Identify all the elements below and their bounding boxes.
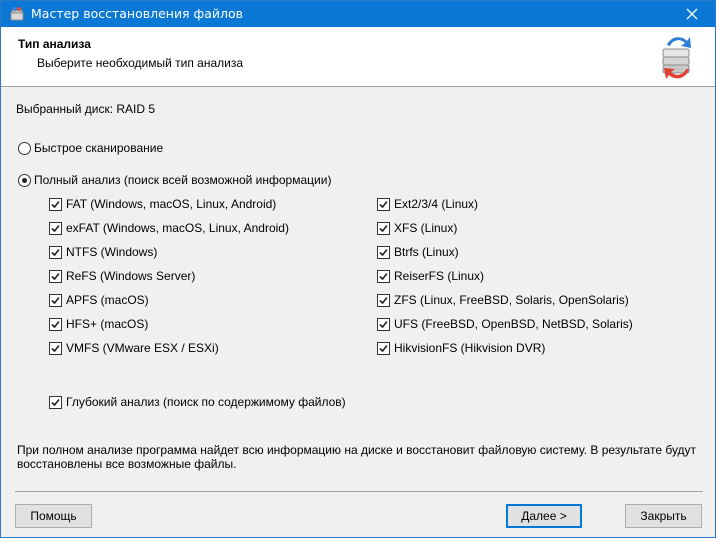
close-button[interactable]: Закрыть [625, 504, 702, 528]
page-title: Тип анализа [18, 37, 91, 51]
page-subtitle: Выберите необходимый тип анализа [37, 56, 244, 70]
filesystem-left-label: HFS+ (macOS) [66, 317, 149, 331]
selected-disk-label: Выбранный диск: RAID 5 [16, 102, 156, 116]
filesystem-right-label: Ext2/3/4 (Linux) [394, 197, 479, 211]
filesystem-left-checkbox[interactable] [49, 270, 62, 283]
help-button[interactable]: Помощь [15, 504, 92, 528]
filesystem-left-checkbox[interactable] [49, 198, 62, 211]
check-icon [379, 200, 388, 209]
restore-drive-icon [662, 37, 691, 79]
deep-analysis-checkbox[interactable] [49, 396, 62, 409]
app-icon [10, 7, 24, 21]
filesystem-right-label: Btrfs (Linux) [394, 245, 459, 259]
quick-scan-label[interactable]: Быстрое сканирование [34, 141, 163, 155]
check-icon [379, 296, 388, 305]
filesystem-right-checkbox[interactable] [377, 318, 390, 331]
next-button[interactable]: Далее > [506, 504, 582, 528]
filesystem-right-label: HikvisionFS (Hikvision DVR) [394, 341, 546, 355]
filesystem-right-label: XFS (Linux) [394, 221, 458, 235]
filesystem-left-checkbox[interactable] [49, 294, 62, 307]
filesystem-right-checkbox[interactable] [377, 222, 390, 235]
filesystem-left-checkbox[interactable] [49, 342, 62, 355]
filesystem-left-label: ReFS (Windows Server) [66, 269, 196, 283]
filesystem-right-label: ZFS (Linux, FreeBSD, Solaris, OpenSolari… [394, 293, 629, 307]
check-icon [51, 224, 60, 233]
check-icon [379, 272, 388, 281]
filesystem-left-checkbox[interactable] [49, 222, 62, 235]
check-icon [51, 398, 60, 407]
check-icon [51, 296, 60, 305]
filesystem-left-checkbox[interactable] [49, 318, 62, 331]
filesystem-right-label: ReiserFS (Linux) [394, 269, 485, 283]
close-icon [686, 8, 698, 20]
filesystem-left-label: NTFS (Windows) [66, 245, 158, 259]
full-analysis-label[interactable]: Полный анализ (поиск всей возможной инфо… [34, 173, 331, 187]
filesystem-left-label: VMFS (VMware ESX / ESXi) [66, 341, 219, 355]
deep-analysis-label: Глубокий анализ (поиск по содержимому фа… [66, 395, 346, 409]
check-icon [51, 200, 60, 209]
filesystem-left-label: FAT (Windows, macOS, Linux, Android) [66, 197, 277, 211]
filesystem-left-label: exFAT (Windows, macOS, Linux, Android) [66, 221, 289, 235]
filesystem-right-checkbox[interactable] [377, 294, 390, 307]
filesystem-right-checkbox[interactable] [377, 198, 390, 211]
quick-scan-radio[interactable] [18, 142, 31, 155]
title-bar[interactable]: Мастер восстановления файлов [1, 1, 715, 27]
description-line-1: При полном анализе программа найдет всю … [17, 443, 697, 457]
filesystem-left-label: APFS (macOS) [66, 293, 149, 307]
filesystem-right-label: UFS (FreeBSD, OpenBSD, NetBSD, Solaris) [394, 317, 633, 331]
filesystem-right-checkbox[interactable] [377, 246, 390, 259]
filesystem-left-checkbox[interactable] [49, 246, 62, 259]
check-icon [51, 344, 60, 353]
recovery-wizard-window: Мастер восстановления файлов Тип анализа… [0, 0, 716, 538]
check-icon [51, 272, 60, 281]
check-icon [379, 344, 388, 353]
footer-divider [15, 491, 703, 492]
check-icon [379, 248, 388, 257]
filesystem-right-checkbox[interactable] [377, 270, 390, 283]
check-icon [379, 224, 388, 233]
check-icon [51, 320, 60, 329]
window-title: Мастер восстановления файлов [31, 6, 244, 21]
description-line-2: восстановлены все возможные файлы. [17, 457, 237, 471]
full-analysis-radio[interactable] [18, 174, 31, 187]
wizard-header: Тип анализа Выберите необходимый тип ана… [1, 27, 715, 87]
close-window-button[interactable] [669, 1, 715, 27]
filesystem-right-checkbox[interactable] [377, 342, 390, 355]
check-icon [379, 320, 388, 329]
check-icon [51, 248, 60, 257]
